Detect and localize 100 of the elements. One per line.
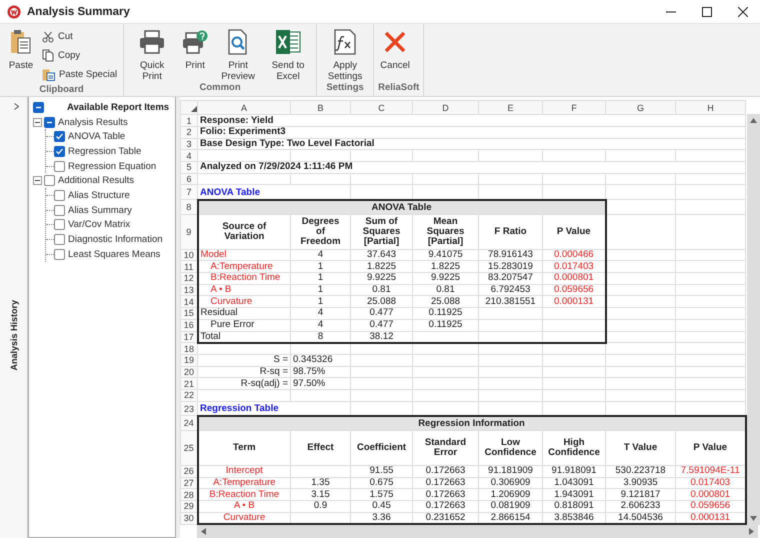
tree-item[interactable]: Var/Cov Matrix: [68, 219, 130, 230]
cancel-button[interactable]: Cancel: [378, 24, 412, 82]
tree-item[interactable]: Alias Summary: [68, 204, 132, 216]
checkbox[interactable]: [54, 248, 65, 260]
scroll-up-icon[interactable]: [750, 118, 756, 123]
column-letter[interactable]: G: [606, 100, 676, 115]
maximize-icon[interactable]: [702, 6, 712, 16]
checkbox[interactable]: [54, 234, 65, 246]
table-cell: 25.088: [350, 296, 412, 308]
tree-item[interactable]: Regression Table: [68, 146, 142, 157]
column-letter[interactable]: F: [542, 100, 606, 115]
row-number[interactable]: 18: [180, 342, 198, 354]
table-cell: 3.90935: [606, 477, 676, 489]
row-number[interactable]: 16: [180, 319, 198, 331]
scroll-down-icon[interactable]: [750, 516, 756, 521]
row-number[interactable]: 27: [180, 477, 198, 489]
table-cell: 4: [290, 249, 350, 261]
row-number[interactable]: 24: [180, 416, 198, 431]
checkbox[interactable]: [44, 116, 55, 128]
vertical-scrollbar[interactable]: [746, 114, 760, 525]
row-number[interactable]: 21: [180, 378, 198, 390]
row-number[interactable]: 20: [180, 366, 198, 378]
row-number[interactable]: 28: [180, 488, 198, 500]
row-number[interactable]: 14: [180, 296, 198, 308]
table-cell: 2.606233: [606, 500, 676, 512]
column-header: Source of Variation: [198, 214, 290, 250]
row-number[interactable]: 8: [180, 200, 198, 214]
column-header: Coefficient: [350, 430, 412, 466]
column-letter[interactable]: A: [198, 100, 290, 115]
apply-settings-button[interactable]: Apply Settings: [321, 24, 370, 82]
row-number[interactable]: 4: [180, 150, 198, 162]
checkbox[interactable]: [54, 190, 65, 201]
column-letter[interactable]: B: [290, 100, 350, 115]
row-number[interactable]: 30: [180, 512, 198, 524]
row-number[interactable]: 2: [180, 126, 198, 138]
row-number[interactable]: 9: [180, 214, 198, 250]
paste-special-button[interactable]: Paste Special: [40, 65, 120, 84]
table-cell: 78.916143: [478, 249, 542, 261]
table-cell: 0.172663: [412, 500, 478, 512]
table-cell-text: Pure Error: [210, 320, 254, 330]
row-number[interactable]: 1: [180, 114, 198, 126]
scroll-left-icon[interactable]: [201, 528, 206, 535]
row-number[interactable]: 12: [180, 272, 198, 284]
row-number[interactable]: 25: [180, 430, 198, 466]
paste-button[interactable]: Paste: [4, 24, 38, 84]
print-preview-button[interactable]: Print Preview: [214, 24, 262, 82]
row-number[interactable]: 19: [180, 354, 198, 366]
column-letter[interactable]: H: [676, 100, 746, 115]
checkbox[interactable]: [54, 204, 65, 216]
row-number[interactable]: 6: [180, 173, 198, 185]
table-cell: 0.477: [350, 308, 412, 320]
horizontal-scrollbar[interactable]: [197, 525, 758, 538]
side-tab[interactable]: Analysis History: [8, 300, 18, 371]
close-icon[interactable]: [738, 6, 748, 16]
row-number[interactable]: 15: [180, 308, 198, 320]
table-cell: 3.15: [290, 488, 350, 500]
row-number[interactable]: 10: [180, 249, 198, 261]
row-number[interactable]: 26: [180, 465, 198, 478]
row-number[interactable]: 5: [180, 162, 198, 174]
tree-item[interactable]: Alias Structure: [68, 190, 130, 201]
quick-print-button[interactable]: Quick Print: [128, 24, 176, 82]
table-cell: 1: [290, 284, 350, 296]
checkbox[interactable]: [54, 146, 65, 157]
checkbox[interactable]: [33, 102, 44, 113]
table-cell: A • B: [234, 501, 255, 512]
scroll-right-icon[interactable]: [749, 528, 754, 535]
column-header: Term: [198, 430, 290, 466]
row-number[interactable]: 23: [180, 401, 198, 416]
row-number[interactable]: 29: [180, 500, 198, 512]
table-cell: 8: [290, 331, 350, 343]
send-to-excel-button[interactable]: Send to Excel: [264, 24, 312, 82]
expander-toggle[interactable]: [33, 118, 42, 127]
print-button[interactable]: Print: [178, 24, 212, 82]
table-cell: Intercept: [226, 466, 263, 476]
tree-item[interactable]: Diagnostic Information: [68, 234, 163, 246]
table-cell: 1.8225: [412, 260, 478, 272]
column-letter[interactable]: C: [350, 100, 412, 115]
row-number[interactable]: 3: [180, 138, 198, 150]
row-number[interactable]: 7: [180, 184, 198, 200]
column-letter[interactable]: D: [412, 100, 478, 115]
row-number[interactable]: 17: [180, 331, 198, 343]
expander-toggle[interactable]: [33, 176, 42, 186]
tree-item[interactable]: Additional Results: [58, 175, 134, 186]
checkbox[interactable]: [54, 219, 65, 230]
tree-item[interactable]: Least Squares Means: [68, 248, 160, 260]
column-letter[interactable]: E: [478, 100, 542, 115]
checkbox[interactable]: [54, 131, 65, 142]
tree-item[interactable]: ANOVA Table: [68, 131, 126, 142]
checkbox[interactable]: [54, 160, 65, 172]
cut-button[interactable]: Cut: [40, 27, 120, 46]
row-number[interactable]: 11: [180, 260, 198, 272]
tree-item[interactable]: Regression Equation: [68, 160, 156, 172]
table-cell: 1: [290, 272, 350, 284]
table-cell: 0.81: [412, 284, 478, 296]
checkbox[interactable]: [44, 175, 55, 186]
row-number[interactable]: 13: [180, 284, 198, 296]
copy-button[interactable]: Copy: [40, 46, 120, 65]
row-number[interactable]: 22: [180, 390, 198, 402]
app-logo-icon: [7, 4, 21, 18]
tree-item[interactable]: Analysis Results: [58, 116, 128, 128]
